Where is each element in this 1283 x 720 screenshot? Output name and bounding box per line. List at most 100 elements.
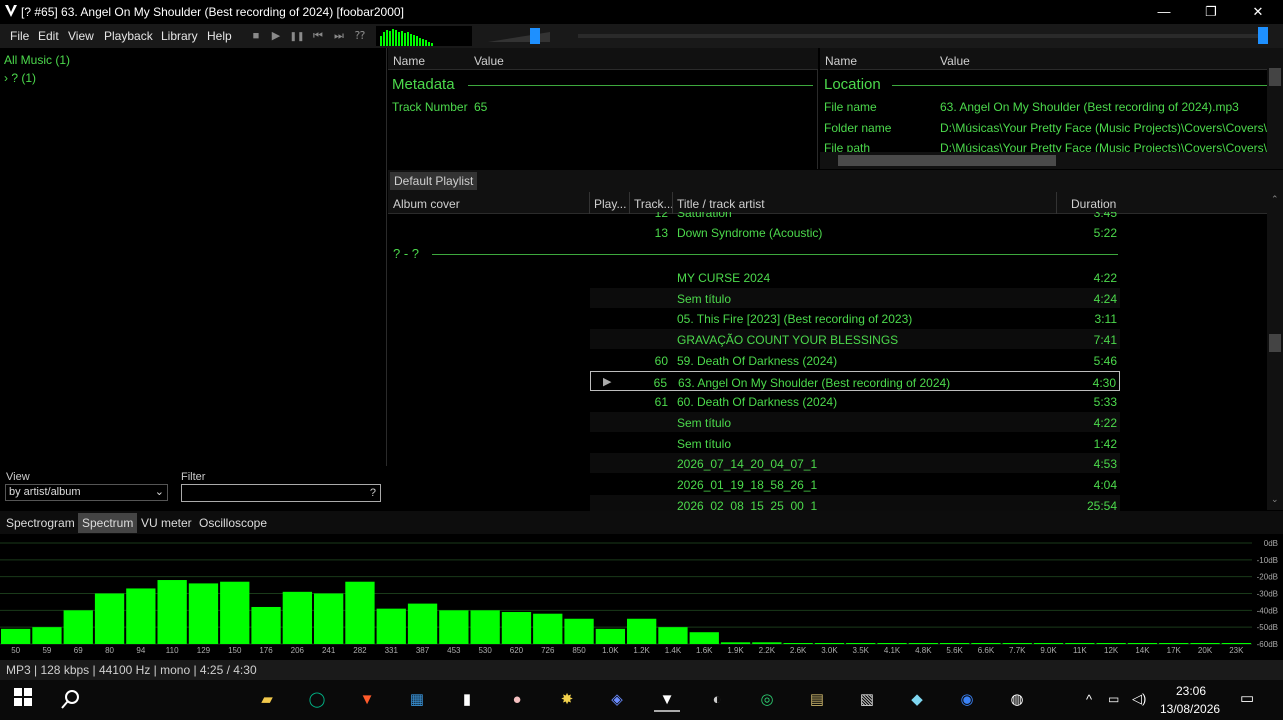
vertical-scrollbar[interactable] — [1267, 68, 1283, 152]
view-dropdown[interactable]: by artist/album ⌄ — [5, 484, 168, 501]
column-title[interactable]: Title / track artist — [677, 197, 765, 211]
qbittorrent-icon[interactable]: ◉ — [954, 688, 980, 712]
frequency-tick-label: 23K — [1229, 646, 1244, 655]
notifications-icon[interactable]: ▭ — [1240, 689, 1254, 707]
tree-item-unknown-artist[interactable]: › ? (1) — [4, 71, 36, 85]
network-app-icon[interactable]: ◈ — [604, 688, 630, 712]
clock-date[interactable]: 13/08/2026 — [1160, 702, 1220, 716]
playlist-row-now-playing[interactable]: ▶ 65 63. Angel On My Shoulder (Best record… — [590, 371, 1120, 391]
frequency-tick-label: 1.0K — [602, 646, 619, 655]
menu-view[interactable]: View — [68, 29, 94, 43]
db-tick-label: -40dB — [1257, 606, 1278, 615]
bee-app-icon[interactable]: ✸ — [554, 688, 580, 712]
scrollbar-thumb[interactable] — [1269, 334, 1281, 352]
seek-thumb[interactable] — [1258, 27, 1268, 44]
menu-playback[interactable]: Playback — [104, 29, 153, 43]
frequency-tick-label: 150 — [228, 646, 242, 655]
volume-slider[interactable] — [480, 26, 566, 46]
column-name[interactable]: Name — [393, 54, 425, 68]
frequency-tick-label: 620 — [510, 646, 524, 655]
playlist-row[interactable]: MY CURSE 2024 4:22 — [590, 267, 1120, 287]
spectrum-bar — [783, 643, 813, 644]
brave-icon[interactable]: ▼ — [354, 688, 380, 712]
network-icon[interactable]: ▭ — [1108, 692, 1119, 706]
scroll-up-icon[interactable]: ⌃ — [1271, 194, 1279, 205]
foobar-taskbar-icon[interactable]: ▼ — [654, 688, 680, 712]
previous-button[interactable]: ⏮ — [310, 29, 326, 43]
volume-icon[interactable]: ◁) — [1132, 691, 1146, 707]
menu-file[interactable]: File — [10, 29, 29, 43]
filter-help-icon[interactable]: ? — [370, 487, 376, 499]
scrollbar-thumb[interactable] — [838, 155, 1056, 166]
windows-start-icon[interactable] — [10, 688, 36, 712]
playlist-row[interactable]: 13 Down Syndrome (Acoustic) 5:22 — [590, 222, 1120, 242]
column-playing[interactable]: Play... — [594, 197, 626, 211]
column-duration[interactable]: Duration — [1071, 197, 1116, 211]
column-value[interactable]: Value — [940, 54, 970, 68]
row-duration: 3:11 — [1094, 312, 1117, 326]
db-tick-label: -30dB — [1257, 590, 1278, 599]
pause-button[interactable]: ❚❚ — [289, 29, 305, 43]
spectrum-bar — [251, 606, 281, 644]
clock-time[interactable]: 23:06 — [1176, 684, 1206, 698]
mini-spectrum-bars — [380, 29, 433, 46]
property-value: 65 — [474, 100, 488, 114]
spectrum-bar — [157, 580, 187, 644]
tab-oscilloscope[interactable]: Oscilloscope — [195, 513, 271, 533]
opera-gx-icon[interactable]: ◯ — [304, 688, 330, 712]
scrollbar-thumb[interactable] — [1269, 68, 1281, 86]
close-button[interactable]: ✕ — [1235, 0, 1281, 24]
spectrum-bar — [1033, 643, 1064, 644]
tab-vu-meter[interactable]: VU meter — [137, 513, 196, 533]
menu-help[interactable]: Help — [207, 29, 232, 43]
horizontal-scrollbar[interactable] — [820, 152, 1283, 169]
column-album-cover[interactable]: Album cover — [393, 197, 460, 211]
random-button[interactable]: ⁇ — [352, 29, 368, 43]
tree-item-all-music[interactable]: All Music (1) — [4, 53, 70, 67]
seek-bar[interactable] — [578, 34, 1268, 38]
playlist-row[interactable]: 05. This Fire [2023] (Best recording of … — [590, 308, 1120, 328]
playlist-row-partial[interactable]: 12 Saturation 3:45 — [590, 212, 1120, 222]
playlist-row[interactable]: Sem título 4:24 — [590, 288, 1120, 308]
file-explorer-icon[interactable]: ▰ — [254, 688, 280, 712]
next-button[interactable]: ⏭ — [331, 29, 347, 43]
archive-app-icon[interactable]: ▤ — [804, 688, 830, 712]
playlist-scrollbar[interactable]: ⌃ ⌄ — [1267, 192, 1283, 510]
obs-icon[interactable]: ◍ — [1004, 688, 1030, 712]
tab-spectrogram[interactable]: Spectrogram — [2, 513, 79, 533]
playlist-row[interactable]: Sem título 1:42 — [590, 433, 1120, 453]
property-value: 63. Angel On My Shoulder (Best recording… — [940, 100, 1239, 114]
menu-edit[interactable]: Edit — [38, 29, 59, 43]
maximize-button[interactable]: ❐ — [1188, 0, 1234, 24]
tab-default-playlist[interactable]: Default Playlist — [390, 172, 478, 190]
tab-spectrum[interactable]: Spectrum — [78, 513, 138, 533]
playlist-row[interactable]: 61 60. Death Of Darkness (2024) 5:33 — [590, 391, 1120, 411]
regedit-icon[interactable]: ▧ — [854, 688, 880, 712]
gamepad-icon[interactable]: ◐ — [704, 688, 730, 712]
playlist-row[interactable]: 60 59. Death Of Darkness (2024) 5:46 — [590, 350, 1120, 370]
playlist-row[interactable]: 2026_01_19_18_58_26_1 4:04 — [590, 474, 1120, 494]
row-duration: 3:45 — [1093, 212, 1117, 220]
play-button[interactable]: ▶ — [268, 29, 284, 43]
playlist-row[interactable]: GRAVAÇÃO COUNT YOUR BLESSINGS 7:41 — [590, 329, 1120, 349]
stop-button[interactable]: ■ — [248, 29, 264, 43]
spectrum-bar — [908, 643, 938, 644]
minimize-button[interactable]: — — [1141, 0, 1187, 24]
pig-app-icon[interactable]: ● — [504, 688, 530, 712]
torrent-app-icon[interactable]: ◎ — [754, 688, 780, 712]
menu-library[interactable]: Library — [161, 29, 198, 43]
scroll-down-icon[interactable]: ⌄ — [1271, 494, 1279, 505]
column-value[interactable]: Value — [474, 54, 504, 68]
window-title: [? #65] 63. Angel On My Shoulder (Best r… — [21, 5, 404, 19]
column-name[interactable]: Name — [825, 54, 857, 68]
frequency-tick-label: 50 — [11, 646, 20, 655]
notes-app-icon[interactable]: ◆ — [904, 688, 930, 712]
filter-input[interactable]: ? — [181, 484, 381, 502]
playlist-row[interactable]: 2026_07_14_20_04_07_1 4:53 — [590, 453, 1120, 473]
search-icon[interactable] — [58, 688, 84, 712]
tray-chevron-icon[interactable]: ^ — [1086, 692, 1092, 707]
playlist-row[interactable]: Sem título 4:22 — [590, 412, 1120, 432]
microsoft-store-icon[interactable]: ▦ — [404, 688, 430, 712]
column-track-number[interactable]: Track... — [634, 197, 674, 211]
audio-app-icon[interactable]: ▮ — [454, 688, 480, 712]
